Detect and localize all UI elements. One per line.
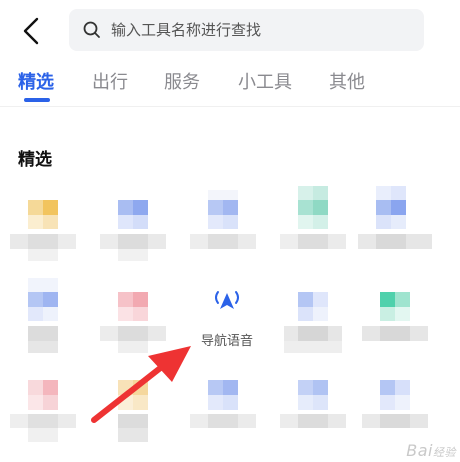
tab-active-indicator — [24, 98, 50, 102]
tool-tile[interactable] — [362, 370, 436, 448]
blurred-tool-icon — [284, 292, 342, 353]
search-bar[interactable] — [69, 9, 424, 51]
blurred-tool-icon — [118, 380, 148, 442]
tab-featured[interactable]: 精选 — [18, 68, 54, 94]
tool-tile[interactable] — [190, 370, 264, 448]
category-tabs: 精选 出行 服务 小工具 其他 — [0, 64, 460, 104]
tab-small-tools[interactable]: 小工具 — [238, 68, 292, 94]
tool-tile[interactable] — [100, 186, 174, 264]
tool-tile[interactable] — [10, 186, 84, 264]
blurred-tool-icon — [358, 186, 432, 249]
blurred-tool-icon — [100, 200, 166, 261]
search-input[interactable] — [109, 20, 393, 40]
tool-tile[interactable] — [100, 278, 174, 356]
navigation-voice-tool[interactable]: 导航语音 — [183, 278, 271, 356]
tool-tile[interactable] — [280, 278, 354, 356]
tool-tile[interactable] — [362, 278, 436, 356]
blurred-tool-icon — [280, 186, 346, 249]
back-button[interactable] — [14, 14, 48, 48]
blurred-tool-icon — [190, 380, 256, 428]
tool-tile[interactable] — [10, 370, 84, 448]
blurred-tool-icon — [190, 190, 256, 249]
tab-services[interactable]: 服务 — [164, 68, 200, 94]
section-title: 精选 — [18, 150, 52, 170]
chevron-left-icon — [23, 17, 39, 45]
tool-tile[interactable] — [10, 278, 84, 356]
search-icon — [83, 21, 100, 38]
tool-tile[interactable] — [190, 186, 264, 264]
tabs-divider — [0, 106, 460, 107]
baidu-watermark: Bai经验 — [406, 441, 456, 460]
blurred-tool-icon — [28, 278, 58, 353]
navigation-voice-label: 导航语音 — [200, 334, 253, 349]
blurred-tool-icon — [362, 380, 428, 428]
tool-tile[interactable] — [358, 186, 438, 264]
blurred-tool-icon — [362, 292, 428, 341]
blurred-tool-icon — [10, 200, 76, 261]
blurred-tool-icon — [280, 380, 346, 428]
tool-tile[interactable] — [280, 186, 354, 264]
tab-travel[interactable]: 出行 — [92, 68, 128, 94]
blurred-tool-icon — [10, 380, 76, 442]
tool-tile[interactable] — [280, 370, 354, 448]
navigation-voice-icon — [215, 291, 239, 309]
blurred-tool-icon — [100, 292, 166, 353]
tool-tile[interactable] — [100, 370, 174, 448]
tab-others[interactable]: 其他 — [329, 68, 365, 94]
